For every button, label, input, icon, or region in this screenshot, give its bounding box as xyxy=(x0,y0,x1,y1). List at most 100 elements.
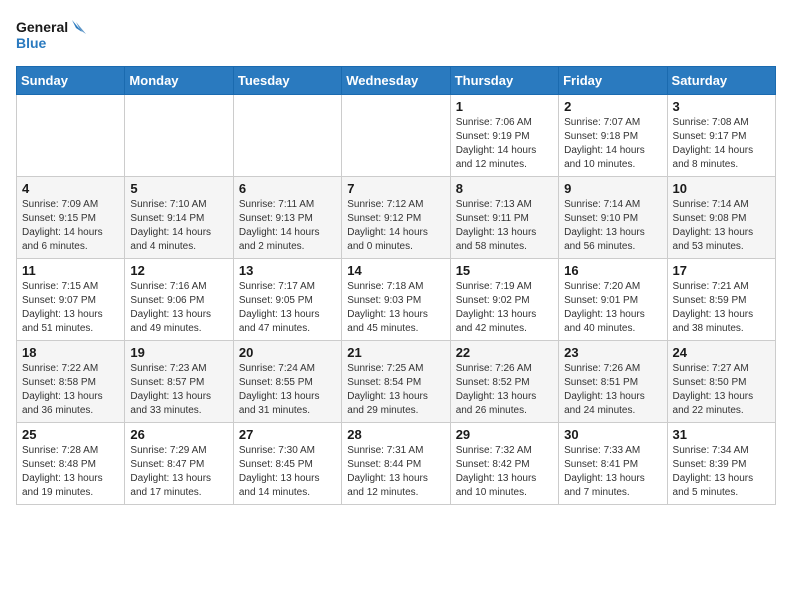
calendar-cell: 14 Sunrise: 7:18 AMSunset: 9:03 PMDayligh… xyxy=(342,259,450,341)
day-info: Sunrise: 7:27 AMSunset: 8:50 PMDaylight:… xyxy=(673,362,770,418)
calendar-cell: 11 Sunrise: 7:15 AMSunset: 9:07 PMDayligh… xyxy=(17,259,125,341)
calendar-cell: 3 Sunrise: 7:08 AMSunset: 9:17 PMDaylight… xyxy=(667,95,775,177)
day-number: 28 xyxy=(347,427,444,442)
calendar-cell: 30Sunrise: 7:33 AMSunset: 8:41 PMDayligh… xyxy=(559,423,667,505)
column-header-friday: Friday xyxy=(559,67,667,95)
header-section: General Blue xyxy=(16,16,776,58)
day-info: Sunrise: 7:12 AMSunset: 9:12 PMDaylight:… xyxy=(347,198,444,254)
day-info: Sunrise: 7:26 AMSunset: 8:51 PMDaylight:… xyxy=(564,362,661,418)
day-info: Sunrise: 7:08 AMSunset: 9:17 PMDaylight:… xyxy=(673,116,770,172)
calendar-cell: 26 Sunrise: 7:29 AMSunset: 8:47 PMDayligh… xyxy=(125,423,233,505)
calendar-header-row: SundayMondayTuesdayWednesdayThursdayFrid… xyxy=(17,67,776,95)
day-info: Sunrise: 7:26 AMSunset: 8:52 PMDaylight:… xyxy=(456,362,553,418)
calendar-cell: 29 Sunrise: 7:32 AMSunset: 8:42 PMDayligh… xyxy=(450,423,558,505)
calendar-cell: 7 Sunrise: 7:12 AMSunset: 9:12 PMDaylight… xyxy=(342,177,450,259)
calendar-cell: 17Sunrise: 7:21 AMSunset: 8:59 PMDayligh… xyxy=(667,259,775,341)
day-info: Sunrise: 7:06 AMSunset: 9:19 PMDaylight:… xyxy=(456,116,553,172)
day-number: 21 xyxy=(347,345,444,360)
calendar-table: SundayMondayTuesdayWednesdayThursdayFrid… xyxy=(16,66,776,505)
day-info: Sunrise: 7:29 AMSunset: 8:47 PMDaylight:… xyxy=(130,444,227,500)
calendar-week-row: 11 Sunrise: 7:15 AMSunset: 9:07 PMDayligh… xyxy=(17,259,776,341)
day-info: Sunrise: 7:22 AMSunset: 8:58 PMDaylight:… xyxy=(22,362,119,418)
calendar-cell: 27 Sunrise: 7:30 AMSunset: 8:45 PMDayligh… xyxy=(233,423,341,505)
day-number: 8 xyxy=(456,181,553,196)
day-info: Sunrise: 7:28 AMSunset: 8:48 PMDaylight:… xyxy=(22,444,119,500)
calendar-week-row: 18 Sunrise: 7:22 AMSunset: 8:58 PMDayligh… xyxy=(17,341,776,423)
day-info: Sunrise: 7:07 AMSunset: 9:18 PMDaylight:… xyxy=(564,116,661,172)
day-info: Sunrise: 7:23 AMSunset: 8:57 PMDaylight:… xyxy=(130,362,227,418)
day-info: Sunrise: 7:17 AMSunset: 9:05 PMDaylight:… xyxy=(239,280,336,336)
calendar-cell: 12 Sunrise: 7:16 AMSunset: 9:06 PMDayligh… xyxy=(125,259,233,341)
day-info: Sunrise: 7:30 AMSunset: 8:45 PMDaylight:… xyxy=(239,444,336,500)
day-number: 24 xyxy=(673,345,770,360)
calendar-cell: 2 Sunrise: 7:07 AMSunset: 9:18 PMDaylight… xyxy=(559,95,667,177)
day-info: Sunrise: 7:13 AMSunset: 9:11 PMDaylight:… xyxy=(456,198,553,254)
day-info: Sunrise: 7:25 AMSunset: 8:54 PMDaylight:… xyxy=(347,362,444,418)
day-number: 14 xyxy=(347,263,444,278)
day-info: Sunrise: 7:11 AMSunset: 9:13 PMDaylight:… xyxy=(239,198,336,254)
day-number: 1 xyxy=(456,99,553,114)
day-number: 2 xyxy=(564,99,661,114)
column-header-wednesday: Wednesday xyxy=(342,67,450,95)
calendar-week-row: 25 Sunrise: 7:28 AMSunset: 8:48 PMDayligh… xyxy=(17,423,776,505)
calendar-cell xyxy=(125,95,233,177)
day-number: 9 xyxy=(564,181,661,196)
day-info: Sunrise: 7:18 AMSunset: 9:03 PMDaylight:… xyxy=(347,280,444,336)
column-header-monday: Monday xyxy=(125,67,233,95)
day-number: 15 xyxy=(456,263,553,278)
calendar-cell: 9 Sunrise: 7:14 AMSunset: 9:10 PMDaylight… xyxy=(559,177,667,259)
calendar-cell: 25 Sunrise: 7:28 AMSunset: 8:48 PMDayligh… xyxy=(17,423,125,505)
day-number: 11 xyxy=(22,263,119,278)
day-number: 31 xyxy=(673,427,770,442)
day-number: 12 xyxy=(130,263,227,278)
day-number: 4 xyxy=(22,181,119,196)
calendar-cell: 16Sunrise: 7:20 AMSunset: 9:01 PMDayligh… xyxy=(559,259,667,341)
calendar-cell: 8 Sunrise: 7:13 AMSunset: 9:11 PMDaylight… xyxy=(450,177,558,259)
day-number: 13 xyxy=(239,263,336,278)
day-info: Sunrise: 7:09 AMSunset: 9:15 PMDaylight:… xyxy=(22,198,119,254)
column-header-sunday: Sunday xyxy=(17,67,125,95)
calendar-cell: 10Sunrise: 7:14 AMSunset: 9:08 PMDayligh… xyxy=(667,177,775,259)
column-header-saturday: Saturday xyxy=(667,67,775,95)
calendar-week-row: 4 Sunrise: 7:09 AMSunset: 9:15 PMDaylight… xyxy=(17,177,776,259)
day-number: 29 xyxy=(456,427,553,442)
day-info: Sunrise: 7:20 AMSunset: 9:01 PMDaylight:… xyxy=(564,280,661,336)
day-info: Sunrise: 7:33 AMSunset: 8:41 PMDaylight:… xyxy=(564,444,661,500)
calendar-cell: 18 Sunrise: 7:22 AMSunset: 8:58 PMDayligh… xyxy=(17,341,125,423)
day-info: Sunrise: 7:14 AMSunset: 9:08 PMDaylight:… xyxy=(673,198,770,254)
day-number: 18 xyxy=(22,345,119,360)
day-number: 25 xyxy=(22,427,119,442)
day-number: 26 xyxy=(130,427,227,442)
day-number: 5 xyxy=(130,181,227,196)
calendar-cell: 5 Sunrise: 7:10 AMSunset: 9:14 PMDaylight… xyxy=(125,177,233,259)
calendar-cell: 31 Sunrise: 7:34 AMSunset: 8:39 PMDayligh… xyxy=(667,423,775,505)
day-number: 3 xyxy=(673,99,770,114)
day-number: 27 xyxy=(239,427,336,442)
calendar-cell: 24 Sunrise: 7:27 AMSunset: 8:50 PMDayligh… xyxy=(667,341,775,423)
calendar-cell: 4 Sunrise: 7:09 AMSunset: 9:15 PMDaylight… xyxy=(17,177,125,259)
day-info: Sunrise: 7:31 AMSunset: 8:44 PMDaylight:… xyxy=(347,444,444,500)
calendar-cell: 20 Sunrise: 7:24 AMSunset: 8:55 PMDayligh… xyxy=(233,341,341,423)
day-info: Sunrise: 7:21 AMSunset: 8:59 PMDaylight:… xyxy=(673,280,770,336)
day-number: 7 xyxy=(347,181,444,196)
calendar-cell: 22 Sunrise: 7:26 AMSunset: 8:52 PMDayligh… xyxy=(450,341,558,423)
calendar-cell: 19Sunrise: 7:23 AMSunset: 8:57 PMDayligh… xyxy=(125,341,233,423)
day-info: Sunrise: 7:15 AMSunset: 9:07 PMDaylight:… xyxy=(22,280,119,336)
svg-text:Blue: Blue xyxy=(16,35,47,51)
calendar-cell: 21 Sunrise: 7:25 AMSunset: 8:54 PMDayligh… xyxy=(342,341,450,423)
day-info: Sunrise: 7:14 AMSunset: 9:10 PMDaylight:… xyxy=(564,198,661,254)
day-info: Sunrise: 7:24 AMSunset: 8:55 PMDaylight:… xyxy=(239,362,336,418)
calendar-cell: 13 Sunrise: 7:17 AMSunset: 9:05 PMDayligh… xyxy=(233,259,341,341)
calendar-week-row: 1 Sunrise: 7:06 AMSunset: 9:19 PMDaylight… xyxy=(17,95,776,177)
calendar-cell xyxy=(17,95,125,177)
calendar-cell: 28 Sunrise: 7:31 AMSunset: 8:44 PMDayligh… xyxy=(342,423,450,505)
day-number: 20 xyxy=(239,345,336,360)
day-info: Sunrise: 7:32 AMSunset: 8:42 PMDaylight:… xyxy=(456,444,553,500)
day-number: 22 xyxy=(456,345,553,360)
logo-svg: General Blue xyxy=(16,16,86,58)
calendar-cell: 1 Sunrise: 7:06 AMSunset: 9:19 PMDaylight… xyxy=(450,95,558,177)
day-info: Sunrise: 7:16 AMSunset: 9:06 PMDaylight:… xyxy=(130,280,227,336)
day-info: Sunrise: 7:10 AMSunset: 9:14 PMDaylight:… xyxy=(130,198,227,254)
day-info: Sunrise: 7:34 AMSunset: 8:39 PMDaylight:… xyxy=(673,444,770,500)
calendar-cell xyxy=(342,95,450,177)
